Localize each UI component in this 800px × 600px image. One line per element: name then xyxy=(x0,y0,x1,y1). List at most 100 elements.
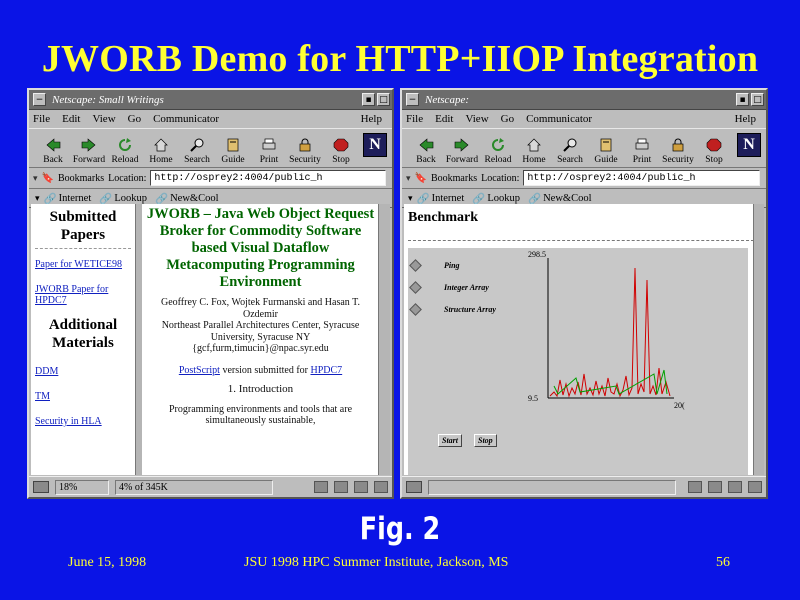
start-button[interactable]: Start xyxy=(438,434,463,447)
status-message: 4% of 345K xyxy=(115,479,273,495)
internet-button[interactable]: 🔗 Internet xyxy=(417,192,465,205)
window-menu-icon[interactable]: − xyxy=(406,93,419,106)
lookup-button[interactable]: 🔗 Lookup xyxy=(472,192,520,205)
menu-go[interactable]: Go xyxy=(501,113,514,125)
reload-button[interactable]: Reload xyxy=(480,137,516,167)
printer-icon xyxy=(633,137,651,153)
forward-button[interactable]: Forward xyxy=(444,137,480,167)
sidebar-link-wetice98[interactable]: Paper for WETICE98 xyxy=(35,259,135,270)
security-status-icon[interactable] xyxy=(33,481,49,493)
collapse-triangle-icon[interactable]: ▾ xyxy=(33,173,38,184)
maximize-icon[interactable]: □ xyxy=(377,93,390,106)
menu-communicator[interactable]: Communicator xyxy=(526,113,592,125)
reload-label: Reload xyxy=(111,155,139,165)
security-label: Security xyxy=(289,155,321,165)
security-button[interactable]: Security xyxy=(287,137,323,167)
navigator-icon[interactable] xyxy=(688,481,702,493)
bookmarks-button[interactable]: Bookmarks xyxy=(58,173,104,184)
reload-icon xyxy=(116,137,134,153)
discussion-icon[interactable] xyxy=(728,481,742,493)
minimize-icon[interactable]: ▪ xyxy=(362,93,375,106)
menu-communicator[interactable]: Communicator xyxy=(153,113,219,125)
internet-button[interactable]: 🔗 Internet xyxy=(44,192,92,205)
navigator-icon[interactable] xyxy=(314,481,328,493)
guide-button[interactable]: Guide xyxy=(215,137,251,167)
right-toolbar: Back Forward Reload Home Search Guide Pr… xyxy=(402,128,766,168)
right-status-bar xyxy=(402,476,766,497)
forward-label: Forward xyxy=(72,155,106,165)
postscript-link[interactable]: PostScript xyxy=(179,365,220,376)
lookup-button[interactable]: 🔗 Lookup xyxy=(99,192,147,205)
back-button[interactable]: Back xyxy=(35,137,71,167)
collapse-triangle-icon[interactable]: ▾ xyxy=(406,173,411,184)
option-integer-array[interactable]: Integer Array xyxy=(408,276,524,298)
benchmark-title: Benchmark xyxy=(408,210,478,225)
reload-button[interactable]: Reload xyxy=(107,137,143,167)
radio-diamond-icon xyxy=(409,258,422,272)
additional-materials-heading: Additional Materials xyxy=(48,317,118,351)
hpdc7-link[interactable]: HPDC7 xyxy=(310,365,342,376)
menu-view[interactable]: View xyxy=(465,113,488,125)
sidebar-scrollbar[interactable] xyxy=(135,204,142,475)
newcool-button[interactable]: 🔗 New&Cool xyxy=(155,192,219,205)
right-title-bar[interactable]: − Netscape: ▪ □ xyxy=(402,90,766,110)
lookup-label: Lookup xyxy=(487,192,521,204)
sidebar-link-security-hla[interactable]: Security in HLA xyxy=(35,416,135,427)
window-menu-icon[interactable]: − xyxy=(33,93,46,106)
minimize-icon[interactable]: ▪ xyxy=(736,93,749,106)
security-status-icon[interactable] xyxy=(406,481,422,493)
content-scrollbar[interactable] xyxy=(753,204,764,475)
home-button[interactable]: Home xyxy=(516,137,552,167)
stop-benchmark-button[interactable]: Stop xyxy=(474,434,497,447)
netscape-logo-icon[interactable]: N xyxy=(737,133,761,157)
sidebar-link-ddm[interactable]: DDM xyxy=(35,366,135,377)
forward-label: Forward xyxy=(445,155,479,165)
location-input[interactable] xyxy=(523,170,760,186)
document-scrollbar[interactable] xyxy=(378,204,390,475)
search-button[interactable]: Search xyxy=(552,137,588,167)
divider xyxy=(408,240,754,241)
home-button[interactable]: Home xyxy=(143,137,179,167)
sidebar-link-tm[interactable]: TM xyxy=(35,391,135,402)
bookmarks-button[interactable]: Bookmarks xyxy=(431,173,477,184)
stop-button[interactable]: Stop xyxy=(323,137,359,167)
left-title-bar[interactable]: − Netscape: Small Writings ▪ □ xyxy=(29,90,392,110)
option-structure-array[interactable]: Structure Array xyxy=(408,298,524,320)
bookmark-link-icon: 🔗 xyxy=(99,193,113,205)
forward-button[interactable]: Forward xyxy=(71,137,107,167)
guide-button[interactable]: Guide xyxy=(588,137,624,167)
menu-help[interactable]: Help xyxy=(361,113,382,125)
location-input[interactable] xyxy=(150,170,386,186)
menu-file[interactable]: File xyxy=(33,113,50,125)
discussion-icon[interactable] xyxy=(354,481,368,493)
composer-icon[interactable] xyxy=(374,481,388,493)
collapse-triangle-icon[interactable]: ▾ xyxy=(408,193,413,204)
back-button[interactable]: Back xyxy=(408,137,444,167)
sidebar-link-hpdc7[interactable]: JWORB Paper for HPDC7 xyxy=(35,284,135,306)
menu-help[interactable]: Help xyxy=(735,113,756,125)
forward-arrow-icon xyxy=(453,137,471,153)
newcool-button[interactable]: 🔗 New&Cool xyxy=(528,192,592,205)
mail-icon[interactable] xyxy=(334,481,348,493)
menu-view[interactable]: View xyxy=(92,113,115,125)
security-button[interactable]: Security xyxy=(660,137,696,167)
menu-file[interactable]: File xyxy=(406,113,423,125)
print-button[interactable]: Print xyxy=(251,137,287,167)
menu-edit[interactable]: Edit xyxy=(435,113,453,125)
print-button[interactable]: Print xyxy=(624,137,660,167)
netscape-logo-icon[interactable]: N xyxy=(363,133,387,157)
component-bar xyxy=(314,481,392,493)
option-ping-label: Ping xyxy=(444,260,460,270)
internet-label: Internet xyxy=(431,192,465,204)
footer-page-number: 56 xyxy=(716,555,730,570)
stop-button[interactable]: Stop xyxy=(696,137,732,167)
collapse-triangle-icon[interactable]: ▾ xyxy=(35,193,40,204)
lookup-label: Lookup xyxy=(114,192,148,204)
option-ping[interactable]: Ping xyxy=(408,254,524,276)
menu-go[interactable]: Go xyxy=(128,113,141,125)
maximize-icon[interactable]: □ xyxy=(751,93,764,106)
menu-edit[interactable]: Edit xyxy=(62,113,80,125)
composer-icon[interactable] xyxy=(748,481,762,493)
mail-icon[interactable] xyxy=(708,481,722,493)
search-button[interactable]: Search xyxy=(179,137,215,167)
